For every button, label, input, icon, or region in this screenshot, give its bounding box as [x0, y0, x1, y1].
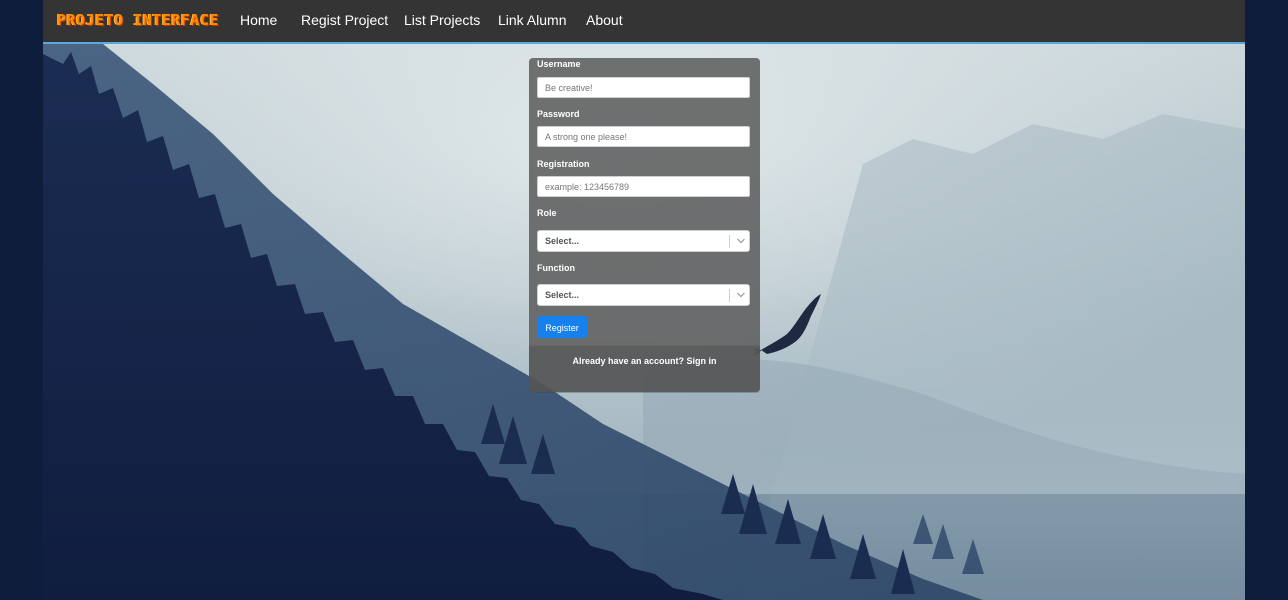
registration-label: Registration [537, 159, 590, 169]
page-frame: PROJETO INTERFACE Home Regist Project Li… [43, 0, 1245, 600]
username-input[interactable] [537, 77, 750, 98]
chevron-down-icon[interactable] [736, 235, 746, 247]
role-label: Role [537, 208, 557, 218]
navbar: PROJETO INTERFACE Home Regist Project Li… [43, 0, 1245, 44]
signin-prompt-text: Already have an account? [572, 356, 685, 366]
nav-home[interactable]: Home [240, 12, 277, 28]
username-label: Username [537, 59, 581, 69]
password-input[interactable] [537, 126, 750, 147]
password-label: Password [537, 109, 580, 119]
function-select-value: Select... [545, 290, 580, 300]
role-select-value: Select... [545, 236, 580, 246]
nav-about[interactable]: About [586, 12, 623, 28]
card-footer: Already have an account? Sign in [529, 345, 760, 393]
role-select[interactable]: Select... [537, 230, 750, 252]
register-button[interactable]: Register [537, 316, 587, 338]
function-select[interactable]: Select... [537, 284, 750, 306]
nav-list-projects[interactable]: List Projects [404, 12, 480, 28]
register-form: Username Password Registration Role Sele… [529, 58, 760, 393]
nav-regist-project[interactable]: Regist Project [301, 12, 388, 28]
brand-logo[interactable]: PROJETO INTERFACE [57, 11, 219, 29]
select-separator [729, 289, 730, 302]
chevron-down-icon[interactable] [736, 289, 746, 301]
function-label: Function [537, 263, 575, 273]
registration-input[interactable] [537, 176, 750, 197]
select-separator [729, 235, 730, 248]
nav-link-alumn[interactable]: Link Alumn [498, 12, 566, 28]
signin-link[interactable]: Sign in [687, 356, 717, 366]
signin-prompt: Already have an account? Sign in [529, 356, 760, 366]
